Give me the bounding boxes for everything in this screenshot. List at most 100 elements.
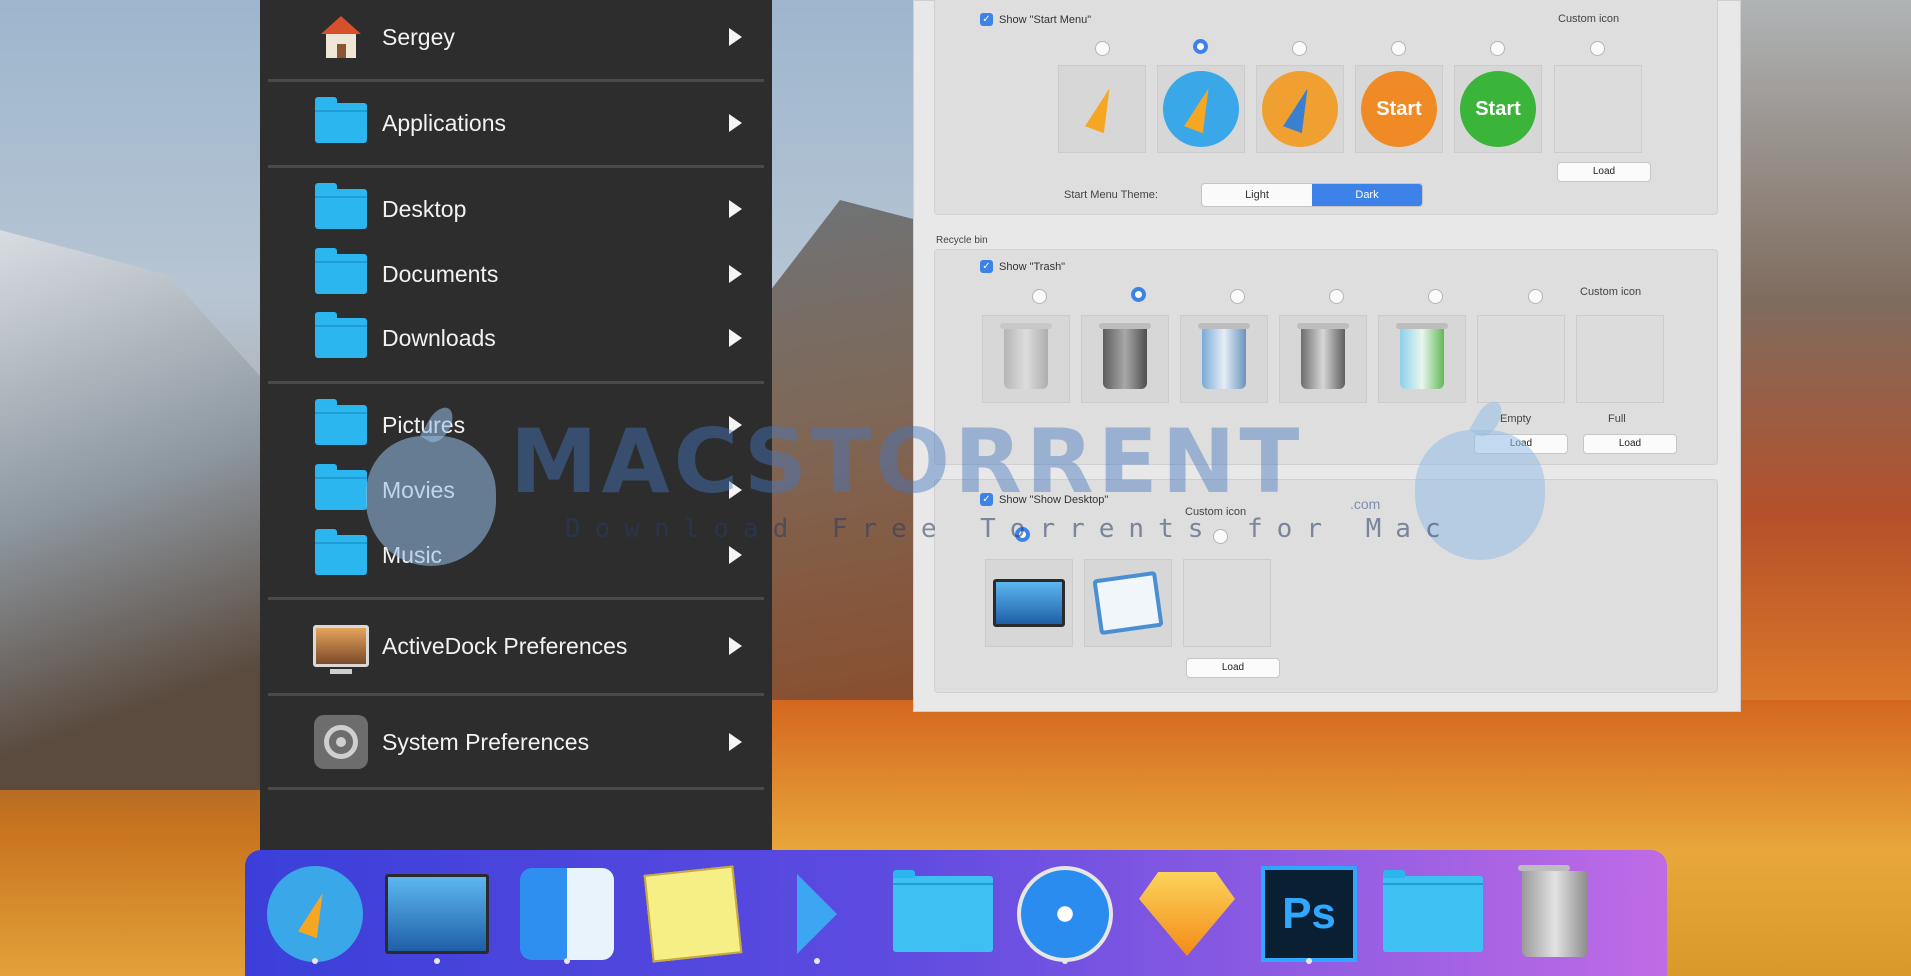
dock-item-stickies[interactable] [641, 862, 745, 966]
trash-icon-tile-3[interactable] [1180, 315, 1268, 403]
dock-item-photoshop[interactable]: Ps [1257, 862, 1361, 966]
trash-full-load-button[interactable]: Load [1583, 434, 1677, 454]
show-trash-checkbox[interactable]: ✓ Show "Trash" [980, 260, 1065, 273]
trash-custom-empty-tile[interactable] [1477, 315, 1565, 403]
desktop-load-button[interactable]: Load [1186, 658, 1280, 678]
start-icon-tile-2[interactable] [1157, 65, 1245, 153]
menu-item-downloads[interactable]: Downloads [268, 310, 764, 366]
dock-item-trash[interactable] [1503, 862, 1607, 966]
trash-icon-radio-4[interactable] [1329, 289, 1344, 304]
system-preferences-icon [312, 715, 370, 769]
submenu-arrow-icon [729, 28, 742, 46]
menu-item-label: Music [382, 541, 443, 568]
menu-separator [268, 381, 764, 384]
trash-icon-tile-5[interactable] [1378, 315, 1466, 403]
dock-item-sketch[interactable] [1135, 862, 1239, 966]
dock-item-finder[interactable] [515, 862, 619, 966]
desktop-custom-icon-label: Custom icon [1185, 506, 1247, 518]
dock-item-downloads[interactable] [891, 862, 995, 966]
desktop-icon-tile-2[interactable] [1084, 559, 1172, 647]
downloads-folder-icon [893, 870, 993, 952]
show-start-menu-checkbox[interactable]: ✓ Show "Start Menu" [980, 13, 1091, 26]
dock-item-start[interactable] [263, 862, 367, 966]
trash-icon [1198, 323, 1250, 389]
dock: Ps [245, 850, 1667, 976]
submenu-arrow-icon [729, 329, 742, 347]
menu-item-applications[interactable]: Applications [268, 95, 764, 151]
menu-item-label: Sergey [382, 23, 455, 50]
checkbox-label: Show "Start Menu" [999, 13, 1092, 26]
menu-item-label: Desktop [382, 195, 467, 222]
trash-icon-radio-5[interactable] [1428, 289, 1443, 304]
menu-item-system-preferences[interactable]: System Preferences [268, 714, 764, 770]
dock-item-safari[interactable] [1013, 862, 1117, 966]
start-icon-radio-6[interactable] [1590, 41, 1605, 56]
desktop-icon-tile-1[interactable] [985, 559, 1073, 647]
menu-item-label: System Preferences [382, 728, 590, 755]
stickies-icon [643, 865, 743, 963]
folder-icon [312, 312, 370, 362]
trash-custom-full-tile[interactable] [1576, 315, 1664, 403]
folder-icon [312, 399, 370, 449]
trash-icon-radio-3[interactable] [1230, 289, 1245, 304]
trash-icon-radio-1[interactable] [1032, 289, 1047, 304]
desktop-icon-radio-1[interactable] [1015, 527, 1030, 542]
menu-item-sergey[interactable]: Sergey [268, 9, 764, 65]
desktop-icon-radio-3[interactable] [1213, 529, 1228, 544]
menu-item-pictures[interactable]: Pictures [268, 397, 764, 453]
desktop-screen-icon [993, 579, 1065, 627]
running-indicator [312, 958, 318, 964]
running-indicator [1306, 958, 1312, 964]
theme-light-option[interactable]: Light [1202, 184, 1312, 206]
trash-icon-tile-1[interactable] [982, 315, 1070, 403]
menu-item-documents[interactable]: Documents [268, 246, 764, 302]
start-icon-radio-5[interactable] [1490, 41, 1505, 56]
menu-item-movies[interactable]: Movies [268, 462, 764, 518]
home-icon [312, 13, 370, 61]
rocket-icon [1085, 84, 1119, 134]
start-icon-tile-1[interactable] [1058, 65, 1146, 153]
menu-separator [268, 79, 764, 82]
start-icon-tile-4[interactable]: Start [1355, 65, 1443, 153]
trash-icon-tile-4[interactable] [1279, 315, 1367, 403]
menu-item-activedock-preferences[interactable]: ActiveDock Preferences [268, 618, 764, 674]
submenu-arrow-icon [729, 481, 742, 499]
start-icon-tile-5[interactable]: Start [1454, 65, 1542, 153]
start-custom-icon-tile[interactable] [1554, 65, 1642, 153]
dock-item-show-desktop[interactable] [385, 862, 489, 966]
start-icon-radio-1[interactable] [1095, 41, 1110, 56]
menu-item-label: Pictures [382, 411, 466, 438]
trash-icon [1099, 323, 1151, 389]
start-icon-tile-3[interactable] [1256, 65, 1344, 153]
trash-icon-radio-6[interactable] [1528, 289, 1543, 304]
trash-icon-tile-2[interactable] [1081, 315, 1169, 403]
rocket-icon [267, 866, 363, 962]
recycle-trash-icon [1396, 323, 1448, 389]
menu-separator [268, 693, 764, 696]
trash-empty-load-button[interactable]: Load [1474, 434, 1568, 454]
photoshop-icon: Ps [1261, 866, 1357, 962]
theme-dark-option[interactable]: Dark [1312, 184, 1422, 206]
folder-icon [312, 529, 370, 579]
start-icon-radio-2[interactable] [1193, 39, 1208, 54]
dock-item-activedock[interactable] [765, 862, 869, 966]
start-icon-radio-3[interactable] [1292, 41, 1307, 56]
checkbox-label: Show "Trash" [999, 260, 1066, 273]
finder-icon [520, 868, 614, 960]
submenu-arrow-icon [729, 416, 742, 434]
folder-icon [1383, 870, 1483, 952]
checkmark-icon: ✓ [980, 260, 993, 273]
running-indicator [814, 958, 820, 964]
desktop-custom-icon-tile[interactable] [1183, 559, 1271, 647]
show-desktop-checkbox[interactable]: ✓ Show "Show Desktop" [980, 493, 1108, 506]
start-load-button[interactable]: Load [1557, 162, 1651, 182]
activedock-preferences-icon [312, 622, 370, 674]
submenu-arrow-icon [729, 546, 742, 564]
start-icon-radio-4[interactable] [1391, 41, 1406, 56]
menu-item-desktop[interactable]: Desktop [268, 181, 764, 237]
trash-icon-radio-2[interactable] [1131, 287, 1146, 302]
green-start-icon: Start [1460, 71, 1536, 147]
dock-item-folder[interactable] [1381, 862, 1485, 966]
menu-item-music[interactable]: Music [268, 527, 764, 583]
menu-separator [268, 787, 764, 790]
